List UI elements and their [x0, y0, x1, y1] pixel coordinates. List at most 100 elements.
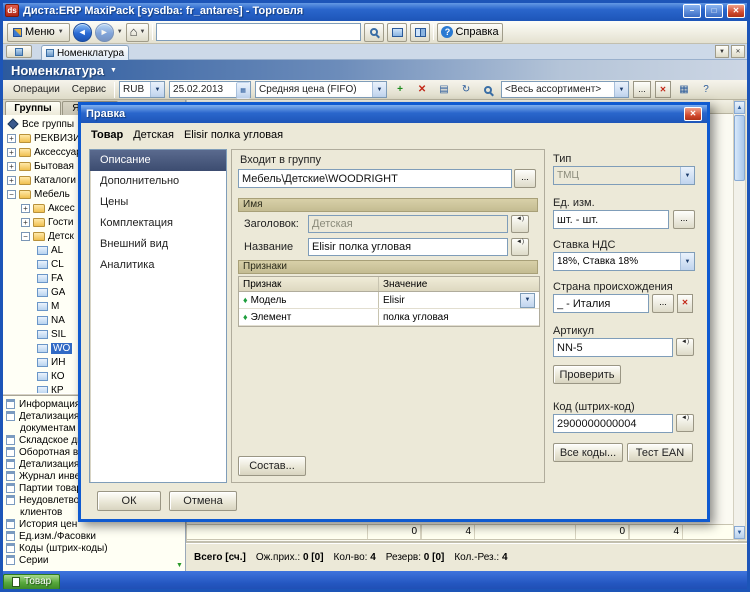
forward-history-icon[interactable]: ▼ — [117, 29, 123, 35]
vat-select[interactable]: 18%, Ставка 18% ▼ — [553, 252, 695, 271]
nav-item-appearance[interactable]: Внешний вид — [90, 234, 226, 255]
group-field[interactable] — [238, 169, 512, 188]
assortment-clear-button[interactable]: ✕ — [655, 81, 671, 98]
expand-icon[interactable]: + — [7, 148, 16, 157]
add-button[interactable]: + — [391, 81, 409, 98]
tab-groups[interactable]: Группы — [5, 101, 61, 115]
expand-icon[interactable]: + — [21, 218, 30, 227]
test-ean-button[interactable]: Тест EAN — [627, 443, 693, 462]
breadcrumb-name: Elisir полка угловая — [184, 129, 283, 143]
scroll-down-button[interactable]: ▼ — [734, 526, 745, 539]
nav-item-additional[interactable]: Дополнительно — [90, 171, 226, 192]
list-item[interactable]: Ед.изм./Фасовки — [6, 530, 173, 542]
type-select[interactable]: ТМЦ ▼ — [553, 166, 695, 185]
expand-icon[interactable]: + — [21, 204, 30, 213]
close-button[interactable]: ✕ — [727, 4, 745, 18]
nav-item-description[interactable]: Описание — [90, 150, 226, 171]
tab-close-button[interactable]: ✕ — [731, 45, 745, 58]
all-codes-button[interactable]: Все коды... — [553, 443, 623, 462]
nav-item-configuration[interactable]: Комплектация — [90, 213, 226, 234]
taskbar-item-tovar[interactable]: Товар — [3, 574, 60, 590]
dropdown-button[interactable]: ▼ — [520, 293, 535, 308]
barcode-field[interactable] — [553, 414, 673, 433]
currency-select[interactable]: RUB ▼ — [119, 81, 165, 98]
operations-menu[interactable]: Операции — [9, 84, 64, 95]
country-browse-button[interactable]: ... — [652, 294, 674, 313]
chevron-down-icon: ▼ — [150, 82, 164, 97]
list-item[interactable]: Коды (штрих-коды) — [6, 542, 173, 554]
table-view-button[interactable]: ▤ — [435, 81, 453, 98]
barcode-label: Код (штрих-код) — [553, 401, 635, 413]
speaker-button[interactable]: ◄) — [511, 238, 529, 256]
attribute-name: Элемент — [251, 312, 292, 323]
expand-icon[interactable]: + — [7, 176, 16, 185]
layout-toggle-2[interactable] — [410, 23, 430, 42]
compose-button[interactable]: Состав... — [238, 456, 306, 476]
speaker-button[interactable]: ◄) — [676, 414, 694, 432]
restore-button[interactable]: □ — [705, 4, 723, 18]
menu-button[interactable]: Меню ▼ — [7, 23, 70, 42]
list-item-label: Ед.изм./Фасовки — [19, 531, 96, 542]
help-button[interactable]: ? Справка — [437, 23, 502, 42]
table-row[interactable]: ♦Модель Elisir ▼ — [239, 292, 539, 309]
expand-icon[interactable]: + — [7, 134, 16, 143]
group-browse-button[interactable]: ... — [514, 169, 536, 188]
speaker-button[interactable]: ◄) — [676, 338, 694, 356]
search-input[interactable] — [156, 23, 361, 41]
minimize-button[interactable]: – — [683, 4, 701, 18]
vertical-scrollbar[interactable]: ▲ ▼ — [733, 100, 746, 540]
list-item[interactable]: Серии — [6, 554, 173, 566]
assortment-select[interactable]: <Весь ассортимент> ▼ — [501, 81, 629, 98]
article-label: Артикул — [553, 325, 594, 337]
expand-icon[interactable]: + — [7, 162, 16, 171]
collapse-icon[interactable]: − — [21, 232, 30, 241]
status-part: Ож.прих.: 0 [0] — [256, 552, 324, 563]
country-field[interactable] — [553, 294, 649, 313]
assortment-browse-button[interactable]: ... — [633, 81, 651, 98]
search-button[interactable] — [364, 23, 384, 42]
report-icon — [6, 495, 15, 505]
cancel-button[interactable]: Отмена — [169, 491, 237, 511]
tab-nomenclature[interactable]: Номенклатура — [41, 45, 129, 60]
speaker-button[interactable]: ◄) — [511, 215, 529, 233]
nav-item-analytics[interactable]: Аналитика — [90, 255, 226, 276]
chevron-down-icon[interactable]: ▼ — [110, 67, 117, 74]
list-item-label: Оборотная ве — [19, 447, 84, 458]
unit-label: Ед. изм. — [553, 197, 595, 209]
nav-item-prices[interactable]: Цены — [90, 192, 226, 213]
edit-dialog: Правка ✕ Товар Детская Elisir полка угло… — [78, 102, 710, 522]
unit-field[interactable] — [553, 210, 669, 229]
calculator-button[interactable]: ▦ — [675, 81, 693, 98]
date-picker[interactable]: 25.02.2013 ▦ — [169, 81, 251, 98]
list-item-label: Партии товар — [19, 483, 82, 494]
dialog-close-button[interactable]: ✕ — [684, 107, 702, 121]
forward-button[interactable]: ► — [95, 23, 114, 42]
service-menu[interactable]: Сервис — [68, 84, 110, 95]
refresh-button[interactable]: ↻ — [457, 81, 475, 98]
column-header-value[interactable]: Значение — [379, 277, 539, 291]
table-row[interactable]: ♦Элемент полка угловая — [239, 309, 539, 326]
name-field[interactable] — [308, 238, 508, 256]
delete-button[interactable]: ✕ — [413, 81, 431, 98]
collapse-icon[interactable]: − — [7, 190, 16, 199]
scroll-up-button[interactable]: ▲ — [734, 101, 745, 114]
scroll-thumb[interactable] — [734, 115, 745, 181]
price-mode-select[interactable]: Средняя цена (FIFO) ▼ — [255, 81, 387, 98]
tab-list-button[interactable]: ▼ — [715, 45, 729, 58]
toolbar-help-button[interactable]: ? — [697, 81, 715, 98]
unit-browse-button[interactable]: ... — [673, 210, 695, 229]
caption-field[interactable] — [308, 215, 508, 233]
column-header-attribute[interactable]: Признак — [239, 277, 379, 291]
tree-item-label: SIL — [51, 329, 66, 340]
check-article-button[interactable]: Проверить — [553, 365, 621, 384]
scroll-down-icon[interactable]: ▼ — [176, 562, 183, 569]
home-button[interactable]: ⌂ ▼ — [126, 23, 150, 42]
ok-button[interactable]: ОК — [97, 491, 161, 511]
country-clear-button[interactable]: ✕ — [677, 294, 693, 313]
dialog-right-column: Тип ТМЦ ▼ Ед. изм. ... Ставка НДС 18%, С… — [553, 149, 703, 483]
article-field[interactable] — [553, 338, 673, 357]
panel-button[interactable] — [6, 45, 32, 58]
find-button[interactable] — [479, 81, 497, 98]
back-button[interactable]: ◄ — [73, 23, 92, 42]
layout-toggle-1[interactable] — [387, 23, 407, 42]
